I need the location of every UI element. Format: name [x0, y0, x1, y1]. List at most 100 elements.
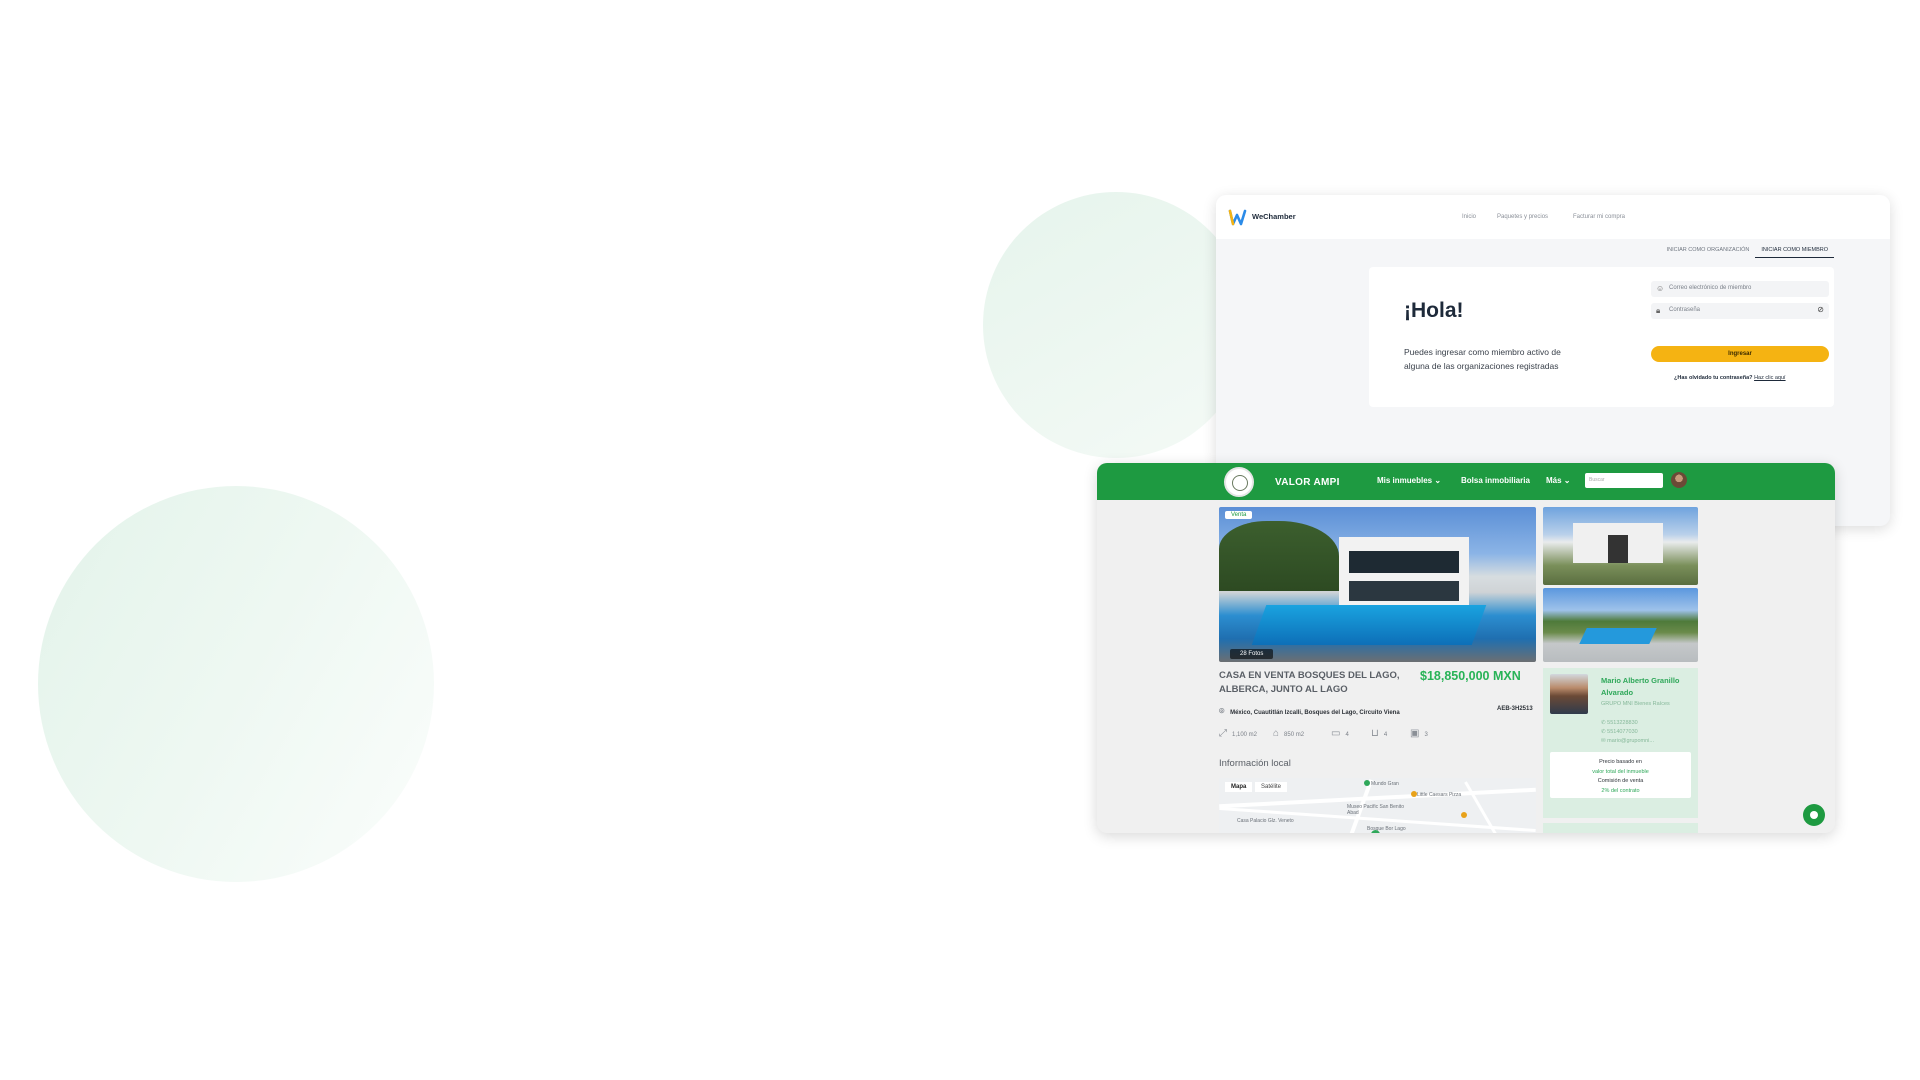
ampi-seal-logo[interactable] [1224, 467, 1254, 497]
login-button[interactable]: Ingresar [1651, 346, 1829, 362]
photo-count-button[interactable]: 28 Fotos [1230, 649, 1274, 659]
feature-land-area: ⤢ 1,100 m2 [1219, 728, 1257, 739]
agent-email-value: mario@grupomni... [1607, 738, 1654, 744]
agent-card-next [1543, 823, 1698, 833]
phone-icon: ✆ [1601, 729, 1606, 735]
feature-value: 4 [1345, 732, 1349, 738]
decorative-circle-right [983, 192, 1249, 458]
photo-house [1573, 523, 1663, 563]
map-pin-icon: ⌾ [1219, 706, 1225, 716]
tab-organizacion[interactable]: INICIAR COMO ORGANIZACIÓN [1661, 245, 1756, 258]
agent-phone-2[interactable]: ✆ 5514077030 [1601, 729, 1638, 735]
map-tab-mapa[interactable]: Mapa [1225, 782, 1253, 792]
resize-icon: ⤢ [1219, 728, 1227, 739]
nav-inicio[interactable]: Inicio [1462, 214, 1476, 220]
login-card: ¡Hola! Puedes ingresar como miembro acti… [1369, 267, 1834, 407]
wechamber-brand[interactable]: WeChamber [1252, 212, 1296, 221]
greeting-description: Puedes ingresar como miembro activo de a… [1404, 347, 1561, 371]
forgot-link[interactable]: Haz clic aquí [1754, 375, 1786, 381]
nav-mis-inmuebles-label: Mis inmuebles [1377, 476, 1433, 485]
bed-icon: ▭ [1331, 728, 1341, 739]
eye-off-icon[interactable]: ⊘ [1817, 305, 1824, 314]
avatar[interactable] [1671, 472, 1687, 488]
lock-icon: 🔒︎ [1656, 306, 1661, 315]
nav-paquetes[interactable]: Paquetes y precios [1497, 214, 1548, 220]
commission-line: Precio basado en [1599, 759, 1642, 765]
agent-phone-value: 5513228830 [1607, 720, 1638, 726]
map-marker[interactable] [1364, 780, 1370, 786]
listing-location: ⌾ México, Cuautitlán Izcalli, Bosques de… [1219, 706, 1400, 717]
map-marker[interactable] [1411, 791, 1417, 797]
agent-phone-1[interactable]: ✆ 5513228830 [1601, 720, 1638, 726]
parking-icon: ▣ [1410, 728, 1420, 739]
mail-icon: ✉ [1601, 738, 1606, 744]
commission-line: Comisión de venta [1597, 778, 1644, 784]
wechamber-logo-icon[interactable] [1228, 209, 1248, 227]
map-tab-satelite[interactable]: Satélite [1255, 782, 1288, 792]
map-label: Little Caesars Pizza [1417, 792, 1462, 798]
commission-line: valor total del inmueble [1592, 768, 1649, 775]
photo-trees [1219, 521, 1339, 591]
greeting-heading: ¡Hola! [1404, 299, 1464, 322]
commission-line: 2% del contrato [1601, 787, 1640, 794]
local-map[interactable]: Mapa Satélite Mundo Gran Little Caesars … [1219, 778, 1536, 833]
map-label: Museo Pacific San Benito Abad [1347, 804, 1404, 816]
decorative-circle-left [38, 486, 434, 882]
password-field[interactable]: 🔒︎ Contraseña ⊘ [1651, 303, 1829, 319]
photo-pool [1251, 605, 1487, 645]
nav-mas[interactable]: Más ⌄ [1546, 476, 1571, 485]
feature-value: 850 m2 [1284, 732, 1305, 738]
chevron-down-icon: ⌄ [1434, 476, 1442, 485]
feature-bathrooms: ⊔ 4 [1371, 728, 1387, 739]
house-icon: ⌂ [1273, 728, 1280, 739]
search-input[interactable]: Buscar [1585, 473, 1663, 488]
local-info-heading: Información local [1219, 758, 1291, 769]
feature-value: 3 [1424, 732, 1428, 738]
tab-miembro[interactable]: INICIAR COMO MIEMBRO [1755, 245, 1834, 258]
listing-code: AEB-3H2513 [1497, 706, 1533, 712]
feature-parking: ▣ 3 [1410, 728, 1428, 739]
login-tabs: INICIAR COMO ORGANIZACIÓN INICIAR COMO M… [1661, 245, 1834, 258]
nav-facturar[interactable]: Facturar mi compra [1573, 214, 1625, 220]
email-field[interactable]: ☺ Correo electrónico de miembro [1651, 281, 1829, 297]
feature-value: 1,100 m2 [1232, 732, 1258, 738]
feature-bedrooms: ▭ 4 [1331, 728, 1349, 739]
agent-organization: GRUPO MNI Bienes Raíces [1601, 701, 1670, 707]
chevron-down-icon: ⌄ [1563, 476, 1571, 485]
listing-price: $18,850,000 MXN [1420, 669, 1521, 683]
valor-brand[interactable]: VALOR AMPI [1275, 477, 1340, 488]
chat-icon[interactable] [1803, 804, 1825, 826]
nav-mas-label: Más [1546, 476, 1562, 485]
thumbnail-photo-2[interactable] [1543, 588, 1698, 662]
thumbnail-photo-1[interactable] [1543, 507, 1698, 585]
agent-photo[interactable] [1550, 674, 1588, 714]
property-map-marker[interactable] [1371, 830, 1380, 833]
marketing-canvas: WeChamber Inicio Paquetes y precios Fact… [0, 0, 1920, 1080]
commission-box: Precio basado en valor total del inmuebl… [1550, 752, 1691, 798]
main-property-photo[interactable]: Venta 28 Fotos [1219, 507, 1536, 662]
feature-built-area: ⌂ 850 m2 [1273, 728, 1304, 739]
valor-ampi-window: VALOR AMPI Mis inmuebles ⌄ Bolsa inmobil… [1097, 463, 1835, 833]
user-icon: ☺ [1656, 284, 1665, 293]
email-placeholder: Correo electrónico de miembro [1669, 285, 1752, 291]
photo-house [1339, 537, 1469, 607]
nav-mis-inmuebles[interactable]: Mis inmuebles ⌄ [1377, 476, 1441, 485]
agent-name[interactable]: Mario Alberto Granillo Alvarado [1601, 675, 1691, 699]
map-label: Mundo Gran [1371, 781, 1399, 787]
photo-pool [1579, 628, 1657, 644]
agent-card: Mario Alberto Granillo Alvarado GRUPO MN… [1543, 668, 1698, 818]
feature-value: 4 [1383, 732, 1388, 738]
wechamber-header: WeChamber Inicio Paquetes y precios Fact… [1216, 195, 1890, 239]
bath-icon: ⊔ [1371, 728, 1379, 739]
agent-phone-value: 5514077030 [1607, 729, 1638, 735]
nav-bolsa-inmobiliaria[interactable]: Bolsa inmobiliaria [1461, 476, 1530, 485]
map-marker[interactable] [1461, 812, 1467, 818]
sale-badge: Venta [1225, 511, 1253, 519]
password-placeholder: Contraseña [1669, 307, 1701, 313]
listing-title: CASA EN VENTA BOSQUES DEL LAGO, ALBERCA,… [1219, 670, 1400, 695]
forgot-password: ¿Has olvidado tu contraseña? Haz clic aq… [1674, 375, 1786, 381]
agent-email[interactable]: ✉ mario@grupomni... [1601, 738, 1654, 744]
location-text: México, Cuautitlán Izcalli, Bosques del … [1230, 710, 1400, 716]
forgot-text: ¿Has olvidado tu contraseña? [1674, 375, 1753, 381]
valor-header: VALOR AMPI Mis inmuebles ⌄ Bolsa inmobil… [1097, 463, 1835, 500]
